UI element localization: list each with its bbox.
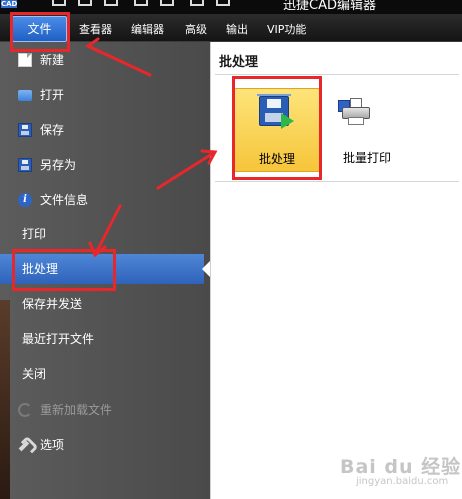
arrow-to-batch-tile: [156, 150, 217, 190]
arrowhead: [85, 37, 102, 54]
baidu-watermark: Bai du 经验: [340, 456, 462, 478]
arrow-to-batch-item: [93, 204, 122, 257]
baidu-watermark-url: jingyan.baidu.com: [356, 476, 449, 487]
annotation-arrows: [85, 37, 218, 258]
